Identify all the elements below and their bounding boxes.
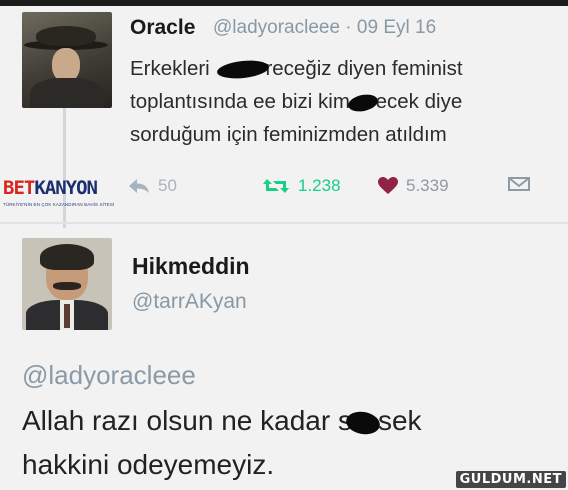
- thread-line: [63, 108, 66, 228]
- tweet1-text-part1: Erkekleri: [130, 57, 216, 80]
- direct-message-button[interactable]: [508, 176, 530, 192]
- oracle-avatar[interactable]: [22, 12, 112, 108]
- envelope-icon: [508, 176, 530, 192]
- reply-icon: [128, 178, 150, 194]
- tweet2-author-name[interactable]: Hikmeddin: [132, 253, 250, 280]
- tweet2-text-part1: Allah razı olsun ne kadar s: [22, 405, 352, 436]
- retweet-count: 1.238: [298, 176, 341, 195]
- retweet-button[interactable]: 1.238: [262, 176, 341, 196]
- tweet1-text: Erkekleri receğiz diyen feminist toplant…: [130, 52, 566, 151]
- tweet-divider: [0, 222, 568, 224]
- retweet-icon: [262, 177, 290, 195]
- site-watermark: GULDUM.NET: [455, 471, 566, 488]
- heart-icon: [378, 177, 398, 195]
- censor-blot: [216, 58, 271, 81]
- logo-tagline: TÜRKİYE'NİN EN ÇOK KAZANDIRAN BAHİS SİTE…: [3, 202, 115, 207]
- top-bar: [0, 0, 568, 6]
- tweet2-handle[interactable]: @tarrAKyan: [132, 290, 247, 314]
- tweet1-handle-date[interactable]: @ladyoracleee · 09 Eyl 16: [213, 17, 436, 39]
- betkanyon-logo: BETKANYON TÜRKİYE'NİN EN ÇOK KAZANDIRAN …: [3, 178, 127, 207]
- hikmeddin-avatar[interactable]: [22, 238, 112, 330]
- like-button[interactable]: 5.339: [378, 176, 449, 196]
- reply-button[interactable]: 50: [128, 176, 177, 196]
- tweet1-author-name[interactable]: Oracle: [130, 16, 195, 40]
- like-count: 5.339: [406, 176, 449, 195]
- reply-mention[interactable]: @ladyoracleee: [22, 360, 196, 391]
- reply-count: 50: [158, 176, 177, 195]
